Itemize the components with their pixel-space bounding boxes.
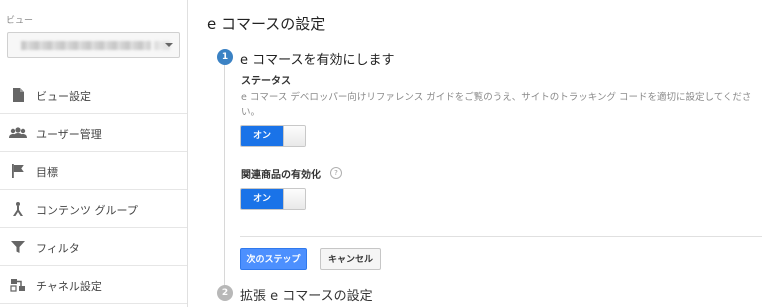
sidebar-item-user-management[interactable]: ユーザー管理 (0, 114, 187, 152)
document-icon (9, 87, 27, 103)
next-step-button[interactable]: 次のステップ (240, 248, 307, 270)
sidebar-item-label: ユーザー管理 (36, 128, 102, 141)
sidebar-item-label: コンテンツ グループ (36, 204, 138, 217)
sidebar: ビュー ビュー設定 ユーザー管理 目標 コンテンツ グループ フィルタ チャネル… (0, 0, 188, 307)
sidebar-item-label: 目標 (36, 166, 58, 179)
step-2-title: 拡張 e コマースの設定 (240, 289, 373, 304)
toggle-knob (283, 126, 305, 146)
view-select-value (21, 41, 151, 50)
step-rail (224, 62, 225, 286)
toggle-knob (283, 189, 305, 209)
page-title: e コマースの設定 (207, 15, 326, 33)
related-products-label: 関連商品の有効化 (241, 170, 321, 181)
sidebar-item-label: ビュー設定 (36, 90, 91, 103)
sidebar-nav: ビュー設定 ユーザー管理 目標 コンテンツ グループ フィルタ チャネル設定 (0, 76, 187, 304)
ecommerce-status-toggle[interactable]: オン (240, 125, 306, 147)
view-label: ビュー (6, 16, 34, 26)
users-icon (9, 125, 27, 141)
sidebar-item-goals[interactable]: 目標 (0, 152, 187, 190)
content-group-icon (9, 201, 27, 217)
sidebar-item-channel-settings[interactable]: チャネル設定 (0, 266, 187, 304)
sidebar-item-label: チャネル設定 (36, 280, 102, 293)
flag-icon (9, 163, 27, 179)
channel-icon (9, 277, 27, 293)
toggle-on-label: オン (241, 189, 283, 209)
step-1-title: e コマースを有効にします (240, 53, 395, 68)
step-1-indicator: 1 (217, 49, 233, 65)
sidebar-item-label: フィルタ (36, 242, 80, 255)
view-select[interactable] (7, 32, 180, 58)
divider (240, 236, 762, 237)
status-label: ステータス (241, 76, 291, 87)
step-2-indicator: 2 (217, 285, 233, 301)
sidebar-item-content-groups[interactable]: コンテンツ グループ (0, 190, 187, 228)
related-products-toggle[interactable]: オン (240, 188, 306, 210)
status-description: e コマース デベロッパー向けリファレンス ガイドをご覧のうえ、サイトのトラッキ… (241, 92, 752, 118)
sidebar-item-filters[interactable]: フィルタ (0, 228, 187, 266)
chevron-down-icon (165, 43, 173, 47)
sidebar-item-view-settings[interactable]: ビュー設定 (0, 76, 187, 114)
help-icon[interactable]: ? (330, 167, 342, 179)
filter-icon (9, 239, 27, 255)
toggle-on-label: オン (241, 126, 283, 146)
cancel-button[interactable]: キャンセル (320, 248, 381, 270)
